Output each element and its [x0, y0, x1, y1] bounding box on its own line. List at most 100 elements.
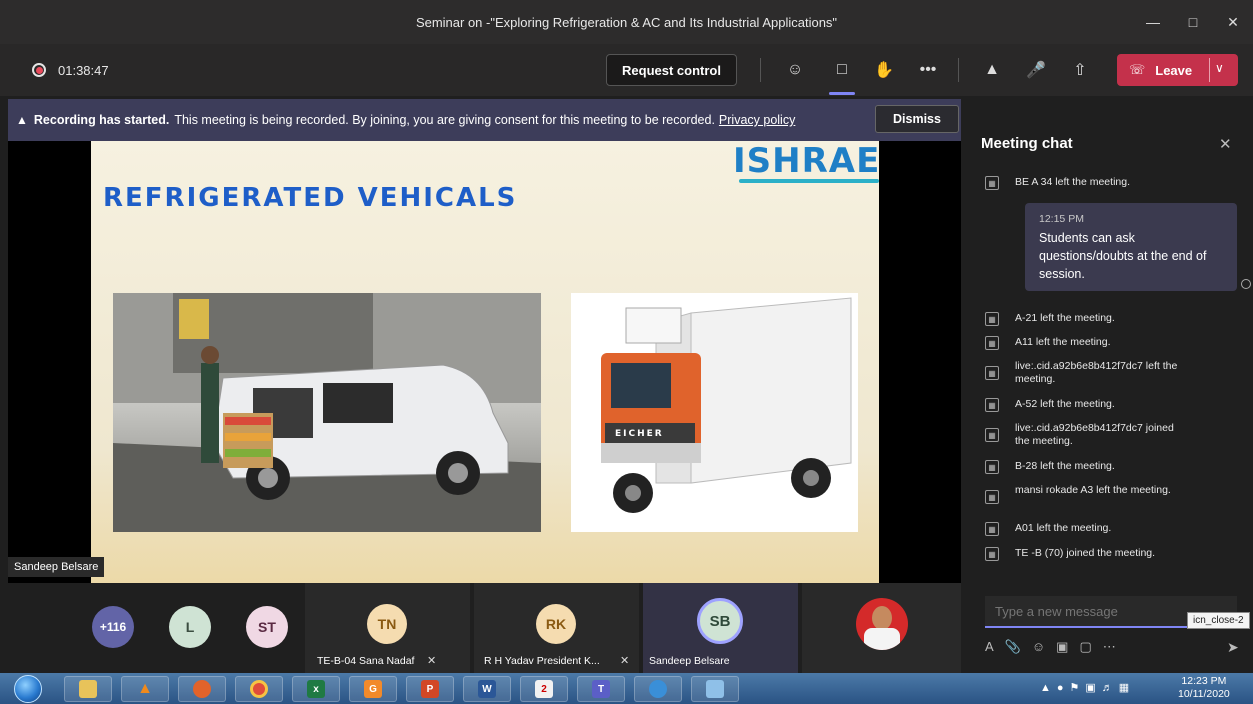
chat-event-text: B-28 left the meeting.	[1015, 460, 1115, 472]
mic-off-icon: ✕	[620, 655, 630, 667]
sticker-icon[interactable]: ▢	[1079, 639, 1091, 655]
pdf-icon[interactable]: G	[349, 676, 397, 702]
chat-icon[interactable]: □	[828, 56, 856, 84]
participant-event-icon: ▦	[985, 366, 999, 380]
chat-event-text: mansi rokade A3 left the meeting.	[1015, 484, 1171, 496]
seen-icon	[1241, 279, 1251, 289]
participant-video-tile[interactable]	[802, 583, 961, 673]
leave-divider	[1209, 58, 1210, 82]
truck-photo: EICHER	[571, 293, 858, 532]
meeting-chat-panel: Meeting chat ✕ ▦ BE A 34 left the meetin…	[965, 99, 1253, 673]
taskbar-clock[interactable]: 12:23 PM 10/11/2020	[1178, 675, 1230, 701]
file-explorer-icon[interactable]	[64, 676, 112, 702]
start-button[interactable]	[14, 675, 42, 703]
raise-hand-icon[interactable]: ✋	[870, 56, 898, 84]
participant-event-icon: ▦	[985, 547, 999, 561]
chat-header: Meeting chat	[981, 135, 1073, 152]
people-icon[interactable]: ☺	[781, 56, 809, 84]
chat-active-indicator	[829, 92, 855, 95]
slide-title: REFRIGERATED VEHICALS	[103, 183, 518, 213]
notes-icon[interactable]: 2	[520, 676, 568, 702]
chrome-icon[interactable]	[235, 676, 283, 702]
powerpoint-icon[interactable]: P	[406, 676, 454, 702]
photos-icon[interactable]	[691, 676, 739, 702]
participant-name: Sandeep Belsare	[649, 655, 730, 667]
chat-event: ▦ live:.cid.a92b6e8b412f7dc7 joined the …	[985, 422, 1180, 448]
mic-off-icon[interactable]: 🎤	[1022, 56, 1050, 84]
send-icon[interactable]: ➤	[1227, 639, 1239, 656]
chat-event-text: live:.cid.a92b6e8b412f7dc7 joined the me…	[1015, 422, 1174, 447]
logo-swoosh	[739, 179, 879, 183]
clock-time: 12:23 PM	[1181, 675, 1227, 687]
message-time: 12:15 PM	[1039, 213, 1084, 225]
participant-event-icon: ▦	[985, 460, 999, 474]
chat-event: ▦ B-28 left the meeting.	[985, 460, 1245, 474]
excel-icon[interactable]: x	[292, 676, 340, 702]
more-options-icon[interactable]: ⋯	[1103, 639, 1116, 655]
chevron-down-icon[interactable]: ∨	[1215, 61, 1224, 75]
meeting-timer: 01:38:47	[58, 62, 109, 78]
chat-event-text: A01 left the meeting.	[1015, 522, 1112, 534]
participant-event-icon: ▦	[985, 312, 999, 326]
close-icon[interactable]: ✕	[1213, 0, 1253, 44]
firefox-icon[interactable]	[178, 676, 226, 702]
chat-event-text: BE A 34 left the meeting.	[1015, 176, 1130, 188]
chat-event-text: live:.cid.a92b6e8b412f7dc7 left the meet…	[1015, 360, 1178, 385]
recording-banner: ▲ Recording has started. This meeting is…	[8, 99, 961, 141]
camera-off-icon[interactable]: ▲	[978, 56, 1006, 84]
participant-strip: +116 L ST TN TE-B-04 Sana Nadaf ✕ RK R H…	[8, 583, 961, 673]
compose-toolbar: A 📎 ☺ ▣ ▢ ⋯	[985, 639, 1116, 655]
chat-event: ▦ A-21 left the meeting.	[985, 312, 1245, 326]
dismiss-button[interactable]: Dismiss	[875, 105, 959, 133]
chat-message: 12:15 PM Students can ask questions/doub…	[1025, 203, 1237, 291]
avatar[interactable]: L	[169, 606, 211, 648]
participant-event-icon: ▦	[985, 522, 999, 536]
meeting-toolbar: 01:38:47 Request control ☺ □ ✋ ••• ▲ 🎤 ⇧…	[0, 44, 1253, 96]
chat-event-text: A-21 left the meeting.	[1015, 312, 1115, 324]
teams-icon[interactable]: T	[577, 676, 625, 702]
avatar[interactable]: ST	[246, 606, 288, 648]
gif-icon[interactable]: ▣	[1056, 639, 1068, 655]
emoji-icon[interactable]: ☺	[1032, 639, 1045, 655]
clock-date: 10/11/2020	[1178, 688, 1230, 700]
toolbar-divider	[760, 58, 761, 82]
banner-bold-text: Recording has started.	[33, 113, 170, 127]
window-controls: — □ ✕	[1133, 0, 1253, 44]
participant-name: TE-B-04 Sana Nadaf	[317, 655, 415, 667]
chat-event: ▦ TE -B (70) joined the meeting.	[985, 547, 1245, 561]
attach-icon[interactable]: 📎	[1005, 639, 1021, 655]
participant-event-icon: ▦	[985, 490, 999, 504]
more-icon[interactable]: •••	[914, 56, 942, 84]
presentation-slide: REFRIGERATED VEHICALS ISHRAE EICHER	[91, 141, 879, 583]
participant-event-icon: ▦	[985, 398, 999, 412]
overflow-participants-button[interactable]: +116	[92, 606, 134, 648]
vlc-icon[interactable]: ▲	[121, 676, 169, 702]
onedrive-icon[interactable]	[634, 676, 682, 702]
format-icon[interactable]: A	[985, 639, 994, 655]
ishrae-logo: ISHRAE	[733, 141, 881, 181]
share-icon[interactable]: ⇧	[1066, 56, 1094, 84]
message-text: Students can ask questions/doubts at the…	[1039, 231, 1207, 281]
windows-taskbar: ▲ x G P W 2 T ▲●⚑▣♬▦ 12:23 PM 10/11/2020	[0, 673, 1253, 704]
request-control-button[interactable]: Request control	[606, 54, 737, 86]
privacy-policy-link[interactable]: Privacy policy	[719, 113, 795, 127]
participant-tile[interactable]: RK R H Yadav President K... ✕	[474, 583, 639, 673]
chat-event: ▦ mansi rokade A3 left the meeting.	[985, 484, 1175, 504]
participant-event-icon: ▦	[985, 176, 999, 190]
chat-event: ▦ A01 left the meeting.	[985, 522, 1245, 536]
leave-button[interactable]: ☏ Leave ∨	[1117, 54, 1238, 86]
participant-tile[interactable]: SB Sandeep Belsare	[643, 583, 798, 673]
maximize-icon[interactable]: □	[1173, 0, 1213, 44]
chat-event: ▦ BE A 34 left the meeting.	[985, 176, 1245, 190]
chat-event-text: TE -B (70) joined the meeting.	[1015, 547, 1156, 559]
mic-off-icon: ✕	[427, 655, 437, 667]
toolbar-divider	[958, 58, 959, 82]
avatar: TN	[367, 604, 407, 644]
close-icon[interactable]: ✕	[1219, 135, 1232, 153]
presenter-label: Sandeep Belsare	[8, 557, 105, 577]
participant-tile[interactable]: TN TE-B-04 Sana Nadaf ✕	[305, 583, 470, 673]
system-tray[interactable]: ▲●⚑▣♬▦	[1040, 681, 1135, 694]
truck-badge: EICHER	[615, 429, 664, 439]
minimize-icon[interactable]: —	[1133, 0, 1173, 44]
word-icon[interactable]: W	[463, 676, 511, 702]
